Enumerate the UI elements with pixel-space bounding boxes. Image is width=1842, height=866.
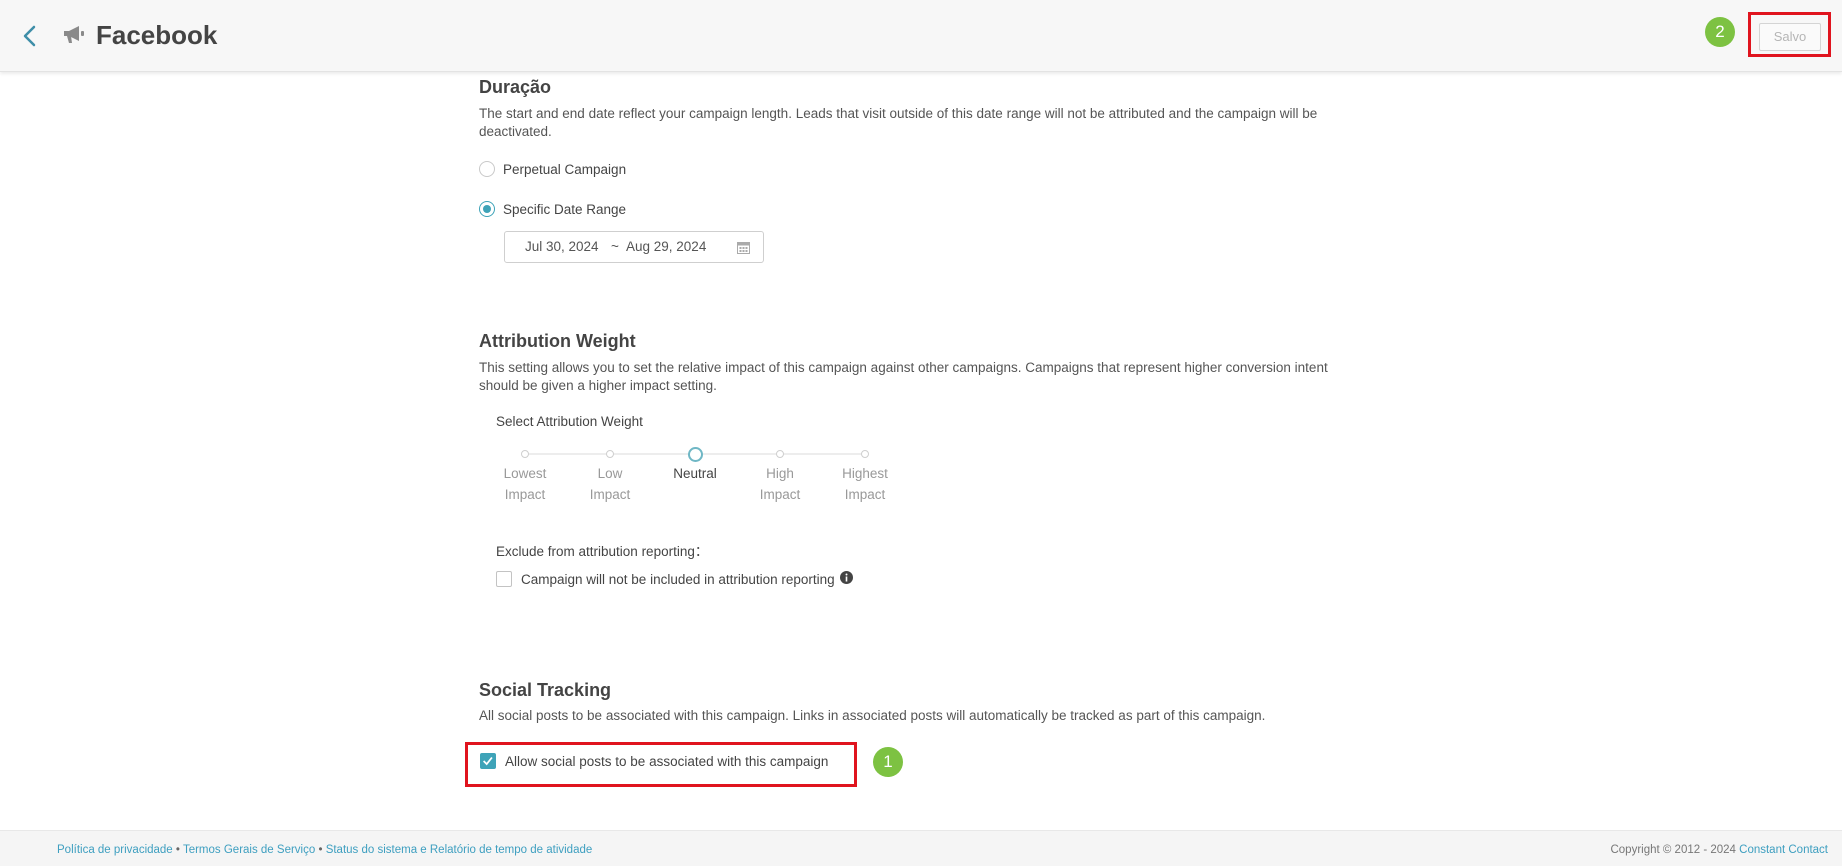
duration-heading: Duração (479, 77, 552, 97)
exclude-checkbox-label: Campaign will not be included in attribu… (521, 571, 835, 587)
info-icon[interactable] (839, 570, 853, 584)
page-header: Facebook 2 Salvo (0, 0, 1842, 72)
radio-perpetual-campaign[interactable]: Perpetual Campaign (479, 159, 626, 179)
footer-separator: • (175, 844, 180, 856)
constant-contact-link[interactable]: Constant Contact (1739, 844, 1828, 856)
privacy-policy-link[interactable]: Política de privacidade (57, 844, 173, 856)
select-attribution-label: Select Attribution Weight (496, 414, 643, 429)
attribution-stop-label[interactable]: Low Impact (570, 463, 650, 505)
save-button[interactable]: Salvo (1759, 23, 1821, 51)
attribution-stop-label[interactable]: Neutral (655, 463, 735, 484)
range-separator: ~ (611, 239, 619, 254)
end-date[interactable]: Aug 29, 2024 (626, 239, 706, 254)
footer-separator: • (318, 844, 323, 856)
page-title: Facebook (96, 20, 218, 50)
radio-button[interactable] (479, 201, 495, 217)
attribution-stop-4[interactable] (861, 450, 869, 458)
exclude-checkbox[interactable] (496, 571, 512, 587)
attribution-stop-3[interactable] (776, 450, 784, 458)
social-tracking-description: All social posts to be associated with t… (479, 708, 1266, 723)
attribution-stop-label[interactable]: Highest Impact (825, 463, 905, 505)
footer-links: Política de privacidade • Termos Gerais … (57, 844, 592, 856)
duration-description: The start and end date reflect your camp… (479, 106, 1318, 139)
social-highlight-box (465, 742, 857, 787)
attribution-stop-label[interactable]: Lowest Impact (485, 463, 565, 505)
copyright-text: Copyright © 2012 - 2024 (1610, 844, 1736, 856)
copyright: Copyright © 2012 - 2024 Constant Contact (1610, 844, 1828, 856)
system-status-link[interactable]: Status do sistema e Relatório de tempo d… (326, 844, 593, 856)
radio-label: Perpetual Campaign (503, 161, 627, 177)
calendar-icon[interactable] (737, 241, 750, 254)
attribution-stop-0[interactable] (521, 450, 529, 458)
exclude-attribution-checkbox-row[interactable]: Campaign will not be included in attribu… (496, 570, 853, 587)
start-date[interactable]: Jul 30, 2024 (525, 239, 599, 254)
date-range-picker[interactable]: Jul 30, 2024 ~ Aug 29, 2024 (504, 231, 764, 263)
attribution-heading: Attribution Weight (479, 331, 636, 351)
megaphone-icon (64, 26, 84, 43)
save-highlight-box: Salvo (1748, 12, 1831, 57)
step-badge-1: 1 (873, 747, 903, 777)
exclude-label: Exclude from attribution reporting： (496, 544, 709, 559)
attribution-stop-label[interactable]: High Impact (740, 463, 820, 505)
radio-button[interactable] (479, 161, 495, 177)
attribution-stop-2[interactable] (687, 446, 703, 462)
radio-specific-date-range[interactable]: Specific Date Range (479, 199, 626, 219)
attribution-stop-1[interactable] (606, 450, 614, 458)
attribution-description: This setting allows you to set the relat… (479, 360, 1328, 393)
step-badge-2: 2 (1705, 17, 1735, 47)
page-footer: Política de privacidade • Termos Gerais … (0, 830, 1842, 866)
terms-of-service-link[interactable]: Termos Gerais de Serviço (183, 844, 315, 856)
social-tracking-heading: Social Tracking (479, 680, 612, 700)
back-arrow-icon[interactable] (20, 22, 42, 50)
radio-label: Specific Date Range (503, 201, 627, 217)
